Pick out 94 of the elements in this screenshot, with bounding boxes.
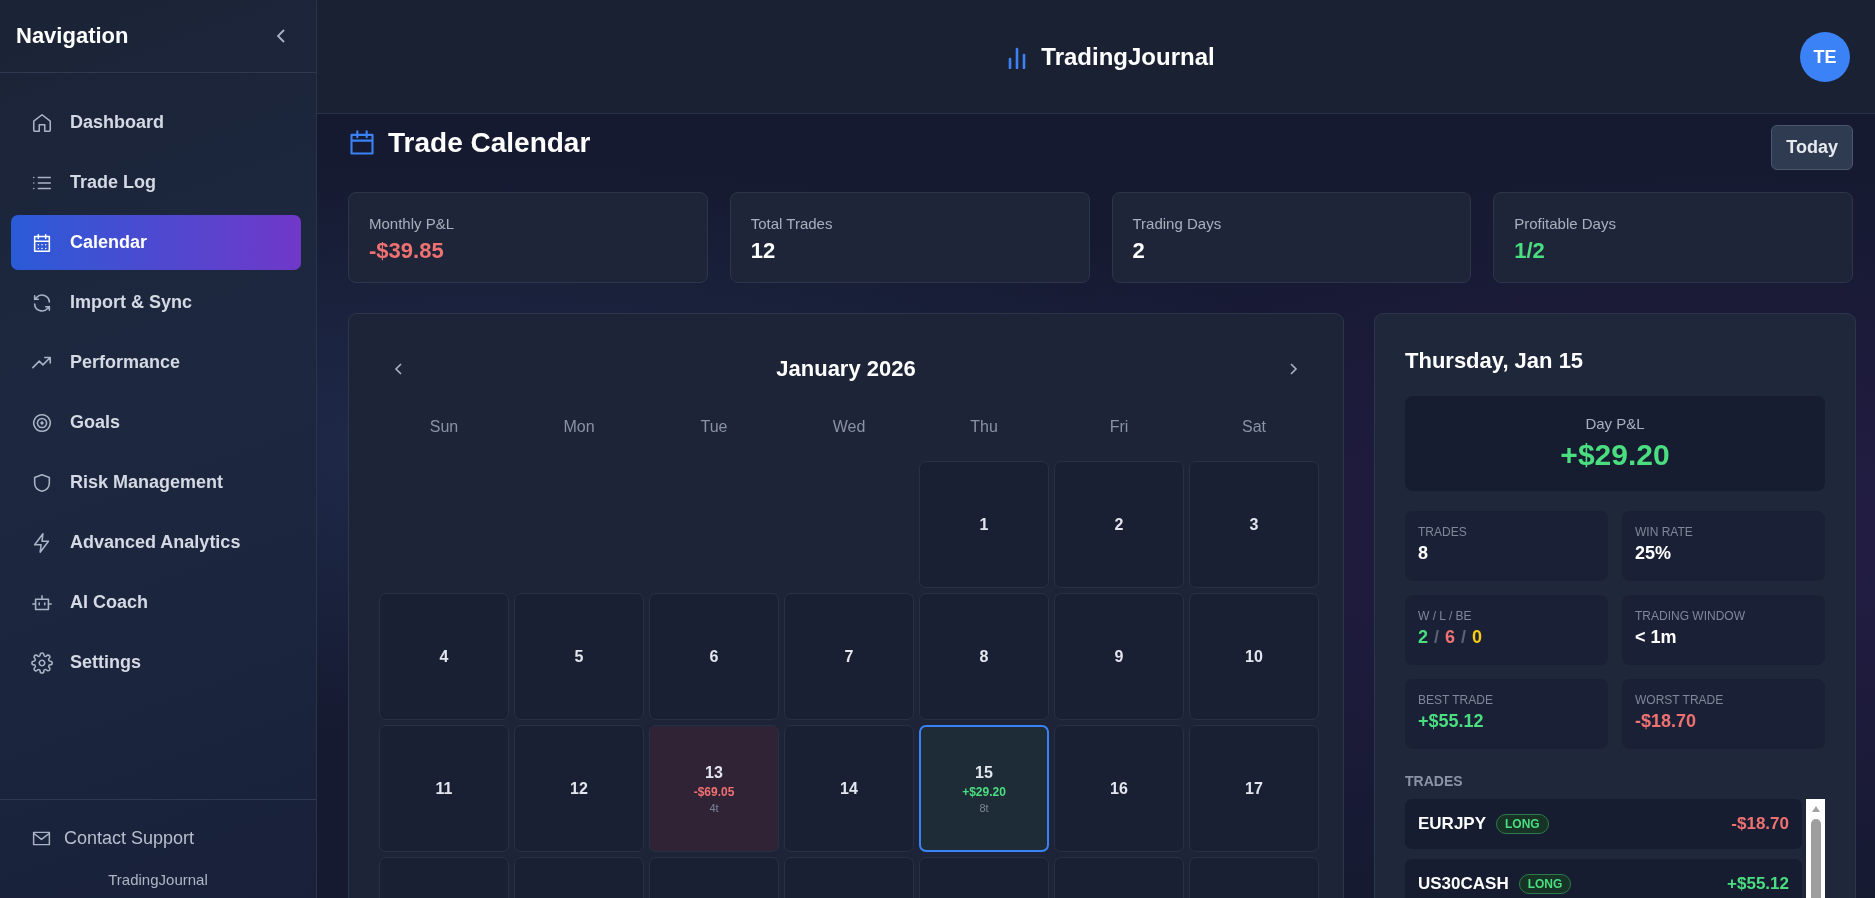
day-cell[interactable]: 11 bbox=[379, 725, 509, 852]
nav-item[interactable]: Advanced Analytics bbox=[11, 515, 301, 570]
day-cell[interactable]: 15 +$29.20 8t bbox=[919, 725, 1049, 852]
calendar-icon bbox=[31, 231, 53, 254]
metric-value: 2 bbox=[1418, 627, 1428, 648]
today-button[interactable]: Today bbox=[1771, 124, 1853, 170]
metric-value: < 1m bbox=[1635, 627, 1678, 648]
metric-value: 8 bbox=[1418, 543, 1429, 564]
side-tag: LONG bbox=[1496, 814, 1549, 834]
nav-item[interactable]: Calendar bbox=[11, 215, 301, 270]
stat-label: Total Trades bbox=[750, 215, 834, 232]
day-cell[interactable]: 5 bbox=[514, 593, 644, 720]
metric-value: +$55.12 bbox=[1418, 711, 1485, 732]
day-title: Thursday, Jan 15 bbox=[1405, 348, 1585, 374]
previous-month-icon[interactable] bbox=[394, 361, 404, 377]
stat-value: -$39.85 bbox=[369, 238, 445, 264]
day-cell[interactable]: 2 bbox=[1054, 461, 1184, 588]
nav-item[interactable]: Dashboard bbox=[11, 95, 301, 150]
stat-value: 1/2 bbox=[1514, 238, 1546, 264]
stat-value: 12 bbox=[750, 238, 777, 264]
contact-support-link[interactable]: Contact Support bbox=[0, 828, 195, 849]
metric-value: 25% bbox=[1635, 543, 1673, 564]
stat-value: 2 bbox=[1132, 238, 1146, 264]
metric-label: TRADING WINDOW bbox=[1635, 609, 1746, 623]
trade-row[interactable]: US30CASH LONG +$55.12 bbox=[1405, 859, 1802, 898]
calendar-icon bbox=[348, 129, 376, 157]
shield-icon bbox=[31, 471, 53, 494]
trade-count: 8t bbox=[979, 801, 989, 814]
metric-value: 0 bbox=[1472, 627, 1483, 648]
page-title: Trade Calendar bbox=[388, 127, 591, 159]
scrollbar[interactable] bbox=[1806, 799, 1825, 898]
metric-label: TRADES bbox=[1418, 525, 1468, 539]
day-cell[interactable]: 17 bbox=[1189, 725, 1319, 852]
trade-pnl: +$55.12 bbox=[1727, 874, 1789, 894]
weekday-label: Tue bbox=[699, 418, 729, 437]
trade-symbol: EURJPY bbox=[1418, 814, 1487, 834]
stat-label: Monthly P&L bbox=[369, 215, 456, 232]
side-tag: LONG bbox=[1518, 874, 1572, 894]
nav-item[interactable]: AI Coach bbox=[11, 575, 301, 630]
metric-label: WORST TRADE bbox=[1635, 693, 1725, 707]
nav-item[interactable]: Trade Log bbox=[11, 155, 301, 210]
day-cell[interactable]: 6 bbox=[649, 593, 779, 720]
weekday-label: Sat bbox=[1241, 418, 1267, 437]
day-cell[interactable]: 10 bbox=[1189, 593, 1319, 720]
day-cell[interactable]: 9 bbox=[1054, 593, 1184, 720]
day-pnl: -$69.05 bbox=[693, 784, 735, 799]
day-cell[interactable]: 7 bbox=[784, 593, 914, 720]
collapse-icon[interactable] bbox=[276, 28, 286, 44]
target-icon bbox=[31, 411, 53, 434]
sync-icon bbox=[31, 291, 53, 314]
separator: / bbox=[1461, 627, 1467, 648]
next-month-icon[interactable] bbox=[1288, 361, 1298, 377]
day-cell[interactable]: 3 bbox=[1189, 461, 1319, 588]
trade-row[interactable]: EURJPY LONG -$18.70 bbox=[1405, 799, 1802, 849]
stat-label: Profitable Days bbox=[1514, 215, 1617, 232]
trade-count: 4t bbox=[709, 801, 719, 814]
day-cell[interactable]: 1 bbox=[919, 461, 1049, 588]
house-icon bbox=[31, 111, 53, 134]
trades-heading: TRADES bbox=[1405, 773, 1464, 789]
metric-label: BEST TRADE bbox=[1418, 693, 1494, 707]
app-title: TradingJournal bbox=[1041, 42, 1215, 71]
day-pnl-label: Day P&L bbox=[1585, 415, 1645, 432]
day-pnl: +$29.20 bbox=[962, 784, 1006, 799]
trade-symbol: US30CASH bbox=[1418, 874, 1509, 894]
month-title: January 2026 bbox=[776, 356, 916, 382]
day-cell[interactable]: 14 bbox=[784, 725, 914, 852]
nav-item[interactable]: Settings bbox=[11, 635, 301, 690]
scroll-up-icon[interactable] bbox=[1810, 805, 1821, 813]
day-pnl-value: +$29.20 bbox=[1560, 438, 1670, 472]
metric-value: -$18.70 bbox=[1635, 711, 1698, 732]
nav-item[interactable]: Risk Management bbox=[11, 455, 301, 510]
sidebar-title: Navigation bbox=[16, 23, 129, 49]
settings-icon bbox=[31, 651, 53, 674]
day-cell[interactable]: 8 bbox=[919, 593, 1049, 720]
user-avatar[interactable]: TE bbox=[1800, 32, 1850, 82]
weekday-label: Sun bbox=[428, 418, 460, 437]
trade-pnl: -$18.70 bbox=[1731, 814, 1789, 834]
nav-item[interactable]: Performance bbox=[11, 335, 301, 390]
weekday-label: Thu bbox=[969, 418, 999, 437]
separator: / bbox=[1434, 627, 1440, 648]
nav-item[interactable]: Import & Sync bbox=[11, 275, 301, 330]
weekday-label: Fri bbox=[1108, 418, 1130, 437]
day-cell[interactable]: 12 bbox=[514, 725, 644, 852]
metric-value: 6 bbox=[1445, 627, 1456, 648]
metric-label: WIN RATE bbox=[1635, 525, 1694, 539]
day-cell[interactable]: 16 bbox=[1054, 725, 1184, 852]
day-cell[interactable]: 4 bbox=[379, 593, 509, 720]
metric-label: W / L / BE bbox=[1418, 609, 1473, 623]
stat-label: Trading Days bbox=[1132, 215, 1223, 232]
nav-item[interactable]: Goals bbox=[11, 395, 301, 450]
footer-brand: TradingJournal bbox=[108, 871, 208, 888]
weekday-label: Wed bbox=[831, 418, 867, 437]
weekday-label: Mon bbox=[562, 418, 596, 437]
day-cell[interactable]: 13 -$69.05 4t bbox=[649, 725, 779, 852]
